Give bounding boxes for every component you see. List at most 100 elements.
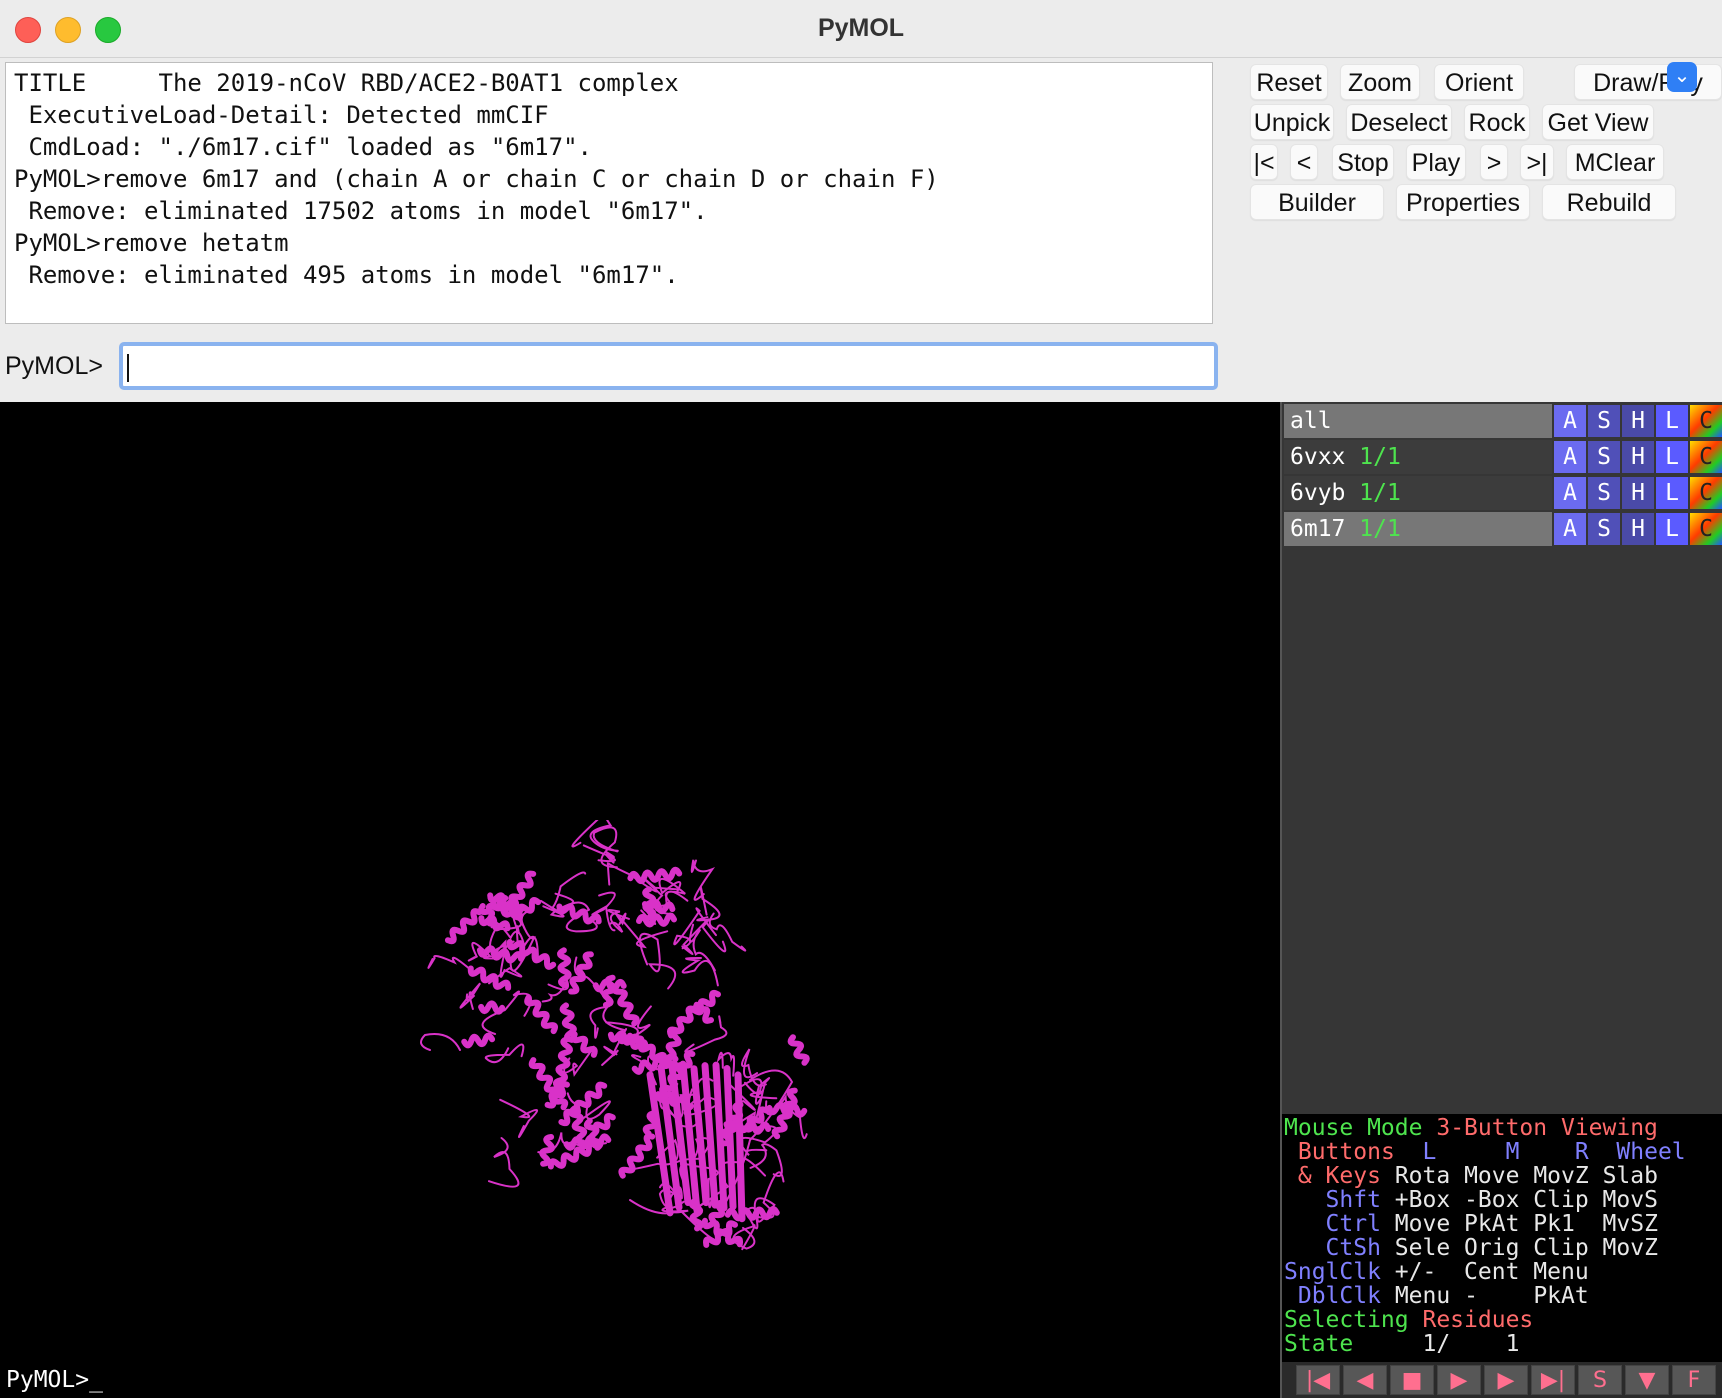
button-rebuild[interactable]: Rebuild — [1542, 184, 1676, 220]
button-stop[interactable]: Stop — [1332, 144, 1394, 180]
viewer-command-line[interactable]: PyMOL>_ — [0, 1362, 1280, 1398]
button-rock[interactable]: Rock — [1464, 104, 1530, 140]
selecting-label: Selecting — [1284, 1307, 1409, 1333]
prev-frame-button[interactable]: < — [1290, 144, 1318, 180]
first-frame-button[interactable]: |< — [1250, 144, 1278, 180]
next-frame-button[interactable]: > — [1480, 144, 1508, 180]
button-properties[interactable]: Properties — [1396, 184, 1530, 220]
state-label: State — [1284, 1331, 1354, 1357]
mouse-action: - — [1464, 1283, 1478, 1309]
button-mclear[interactable]: MClear — [1566, 144, 1664, 180]
object-row-all[interactable]: all A S H L C — [1284, 404, 1722, 438]
object-hide-button[interactable]: H — [1622, 477, 1654, 509]
step-forward-icon[interactable]: ▶ — [1484, 1365, 1528, 1395]
last-frame-button[interactable]: >| — [1520, 144, 1554, 180]
button-builder[interactable]: Builder — [1250, 184, 1384, 220]
fast-forward-icon[interactable]: ▶| — [1531, 1365, 1575, 1395]
command-input[interactable] — [119, 342, 1218, 390]
object-label-button[interactable]: L — [1656, 405, 1688, 437]
mouse-action: Sele — [1394, 1235, 1451, 1261]
object-state: 1/1 — [1359, 480, 1401, 506]
mouse-mode-text — [1395, 1139, 1423, 1165]
object-name[interactable]: all — [1284, 404, 1552, 438]
cartoon-segment — [484, 1043, 525, 1064]
button-get-view[interactable]: Get View — [1542, 104, 1654, 140]
cartoon-segment — [611, 982, 640, 1027]
object-show-button[interactable]: S — [1588, 513, 1620, 545]
object-action-button[interactable]: A — [1554, 513, 1586, 545]
object-show-button[interactable]: S — [1588, 477, 1620, 509]
object-row-6vxx[interactable]: 6vxx 1/1 A S H L C — [1284, 440, 1722, 474]
mouse-action: Slab — [1602, 1163, 1658, 1189]
button-orient[interactable]: Orient — [1434, 64, 1524, 100]
cartoon-segment — [459, 982, 481, 1010]
mouse-mode-text — [1381, 1283, 1395, 1309]
cartoon-segment — [681, 956, 719, 987]
mouse-mode-text — [1519, 1139, 1574, 1165]
mouse-mode-text — [1436, 1259, 1464, 1285]
mouse-mode-text — [1450, 1235, 1464, 1261]
command-row: PyMOL> — [0, 342, 1220, 390]
object-color-button[interactable]: C — [1690, 477, 1722, 509]
object-name[interactable]: 6m17 1/1 — [1284, 512, 1552, 546]
step-back-icon[interactable]: ◀ — [1343, 1365, 1387, 1395]
object-label: all — [1290, 408, 1332, 434]
mouse-mode-name: 3-Button Viewing — [1436, 1115, 1658, 1141]
object-row-6m17[interactable]: 6m17 1/1 A S H L C — [1284, 512, 1722, 546]
cartoon-segment — [481, 990, 533, 1035]
mouse-mode-text — [1519, 1235, 1533, 1261]
object-state: 1/1 — [1359, 516, 1401, 542]
object-color-button[interactable]: C — [1690, 405, 1722, 437]
object-color-button[interactable]: C — [1690, 513, 1722, 545]
fullscreen-button[interactable]: F — [1672, 1365, 1716, 1395]
col-r: R — [1574, 1139, 1589, 1165]
object-label-button[interactable]: L — [1656, 477, 1688, 509]
mouse-mode-text — [1381, 1211, 1395, 1237]
object-hide-button[interactable]: H — [1622, 405, 1654, 437]
mouse-mode-line: Buttons L M R Wheel — [1284, 1140, 1722, 1164]
button-draw-ray[interactable]: Draw/Ray — [1574, 64, 1722, 100]
object-action-button[interactable]: A — [1554, 441, 1586, 473]
mouse-mode-text — [1575, 1211, 1603, 1237]
scene-button[interactable]: S — [1578, 1365, 1622, 1395]
col-l: L — [1422, 1139, 1437, 1165]
object-hide-button[interactable]: H — [1622, 513, 1654, 545]
object-row-6vyb[interactable]: 6vyb 1/1 A S H L C — [1284, 476, 1722, 510]
object-color-button[interactable]: C — [1690, 441, 1722, 473]
mouse-mode-line: & Keys Rota Move MovZ Slab — [1284, 1164, 1722, 1188]
play-icon[interactable]: ▶ — [1437, 1365, 1481, 1395]
pymol-window: PyMOL TITLE The 2019-nCoV RBD/ACE2-B0AT1… — [0, 0, 1722, 1398]
object-action-button[interactable]: A — [1554, 477, 1586, 509]
button-zoom[interactable]: Zoom — [1340, 64, 1420, 100]
mouse-mode-text — [1589, 1187, 1603, 1213]
object-label-button[interactable]: L — [1656, 441, 1688, 473]
chevron-down-icon[interactable]: ⌄ — [1667, 62, 1697, 92]
mouse-mode-text — [1284, 1163, 1298, 1189]
mouse-action: Move — [1464, 1163, 1520, 1189]
cartoon-segment — [568, 951, 594, 995]
object-show-button[interactable]: S — [1588, 405, 1620, 437]
object-show-button[interactable]: S — [1588, 441, 1620, 473]
mouse-action: Rota — [1394, 1163, 1451, 1189]
object-name[interactable]: 6vyb 1/1 — [1284, 476, 1552, 510]
scene-menu-icon[interactable]: ▼ — [1625, 1365, 1669, 1395]
mouse-mode-text — [1589, 1259, 1603, 1285]
stop-icon[interactable]: ■ — [1390, 1365, 1434, 1395]
mouse-action: +/- — [1394, 1259, 1437, 1285]
object-label-button[interactable]: L — [1656, 513, 1688, 545]
object-name[interactable]: 6vxx 1/1 — [1284, 440, 1552, 474]
button-reset[interactable]: Reset — [1250, 64, 1328, 100]
3d-viewer[interactable] — [0, 402, 1280, 1362]
button-deselect[interactable]: Deselect — [1346, 104, 1452, 140]
button-play[interactable]: Play — [1406, 144, 1466, 180]
mouse-mode-text — [1381, 1235, 1395, 1261]
rewind-icon[interactable]: |◀ — [1296, 1365, 1340, 1395]
mouse-action: Pk1 — [1533, 1211, 1575, 1237]
cartoon-segment — [570, 1031, 598, 1058]
cartoon-segment — [712, 1061, 728, 1212]
button-unpick[interactable]: Unpick — [1250, 104, 1334, 140]
object-action-button[interactable]: A — [1554, 405, 1586, 437]
mouse-action: MovZ — [1602, 1235, 1658, 1261]
cartoon-segment — [559, 1002, 577, 1043]
object-hide-button[interactable]: H — [1622, 441, 1654, 473]
